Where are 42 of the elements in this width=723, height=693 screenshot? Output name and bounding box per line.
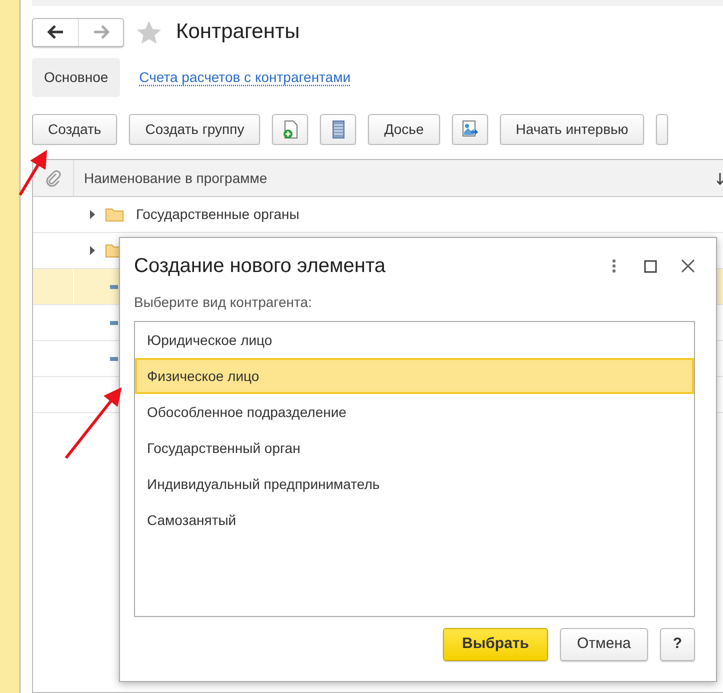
toolbar-button[interactable] [452, 114, 488, 145]
item-icon [110, 284, 118, 288]
item-icon [110, 356, 118, 360]
table-row[interactable]: Государственные органы [33, 197, 723, 233]
tab[interactable]: Основное [32, 58, 120, 97]
document-plus-icon [282, 120, 299, 139]
list-icon [330, 120, 347, 139]
more-menu-icon[interactable] [612, 259, 616, 273]
toolbar-button[interactable]: Досье [368, 114, 440, 145]
annotation-arrow [18, 150, 48, 196]
cancel-button[interactable]: Отмена [560, 628, 648, 661]
toolbar-button[interactable]: Создать группу [129, 114, 260, 145]
star-icon[interactable] [136, 20, 162, 44]
list-item[interactable]: Физическое лицо [135, 358, 694, 394]
paperclip-icon [45, 170, 61, 186]
page-title: Контрагенты [176, 19, 300, 46]
annotation-arrow [64, 387, 122, 459]
folder-icon [105, 206, 124, 223]
list-item[interactable]: Государственный орган [135, 430, 694, 466]
maximize-icon[interactable] [644, 260, 657, 272]
dialog-title: Создание нового элемента [134, 254, 387, 279]
help-button[interactable]: ? [660, 628, 695, 661]
expand-arrow-icon[interactable] [90, 246, 95, 255]
expand-arrow-icon[interactable] [90, 210, 95, 219]
list-item[interactable]: Индивидуальный предприниматель [135, 466, 694, 502]
tab[interactable]: Счета расчетов с контрагентами [127, 58, 363, 97]
item-icon [110, 320, 118, 324]
list-item[interactable]: Юридическое лицо [135, 322, 694, 358]
toolbar-button[interactable]: Начать интервью [500, 114, 644, 145]
close-icon[interactable] [681, 259, 695, 273]
forward-arrow-icon [92, 24, 110, 40]
sort-arrow-icon [717, 172, 723, 184]
row-name: Государственные органы [136, 205, 300, 224]
toolbar-button[interactable]: Создать [32, 114, 118, 145]
list-item[interactable]: Обособленное подразделение [135, 394, 694, 430]
list-item[interactable]: Самозанятый [135, 502, 694, 538]
toolbar-button[interactable] [272, 114, 308, 145]
dialog-prompt: Выберите вид контрагента: [134, 293, 312, 312]
select-button[interactable]: Выбрать [443, 628, 548, 661]
report-image-icon [461, 120, 478, 139]
back-arrow-icon [46, 24, 64, 40]
toolbar-button[interactable] [320, 114, 356, 145]
